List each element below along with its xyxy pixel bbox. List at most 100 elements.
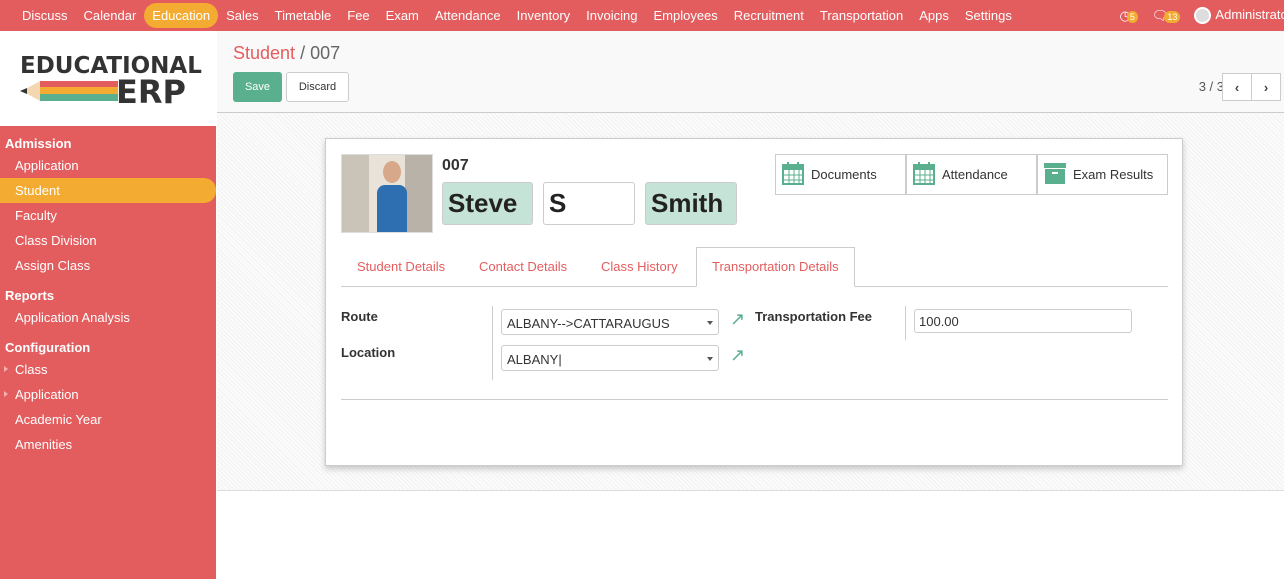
pager-previous-button[interactable]: ‹ [1222, 73, 1252, 101]
breadcrumb-separator: / [300, 43, 306, 63]
transportation-fee-input[interactable]: 100.00 [914, 309, 1132, 333]
caret-right-icon [4, 391, 8, 397]
location-select[interactable]: ALBANY| [501, 345, 719, 371]
menu-attendance[interactable]: Attendance [427, 3, 509, 28]
sidebar-item-label: Amenities [15, 437, 73, 452]
menu-recruitment[interactable]: Recruitment [726, 3, 812, 28]
sidebar: EDUCATIONAL ERP Admission Application Stud… [0, 31, 216, 579]
sidebar-item-label: Class Division [15, 233, 97, 248]
middle-name-field[interactable]: S [543, 182, 635, 225]
caret-down-icon [707, 357, 713, 361]
sidebar-item-application-analysis[interactable]: Application Analysis [0, 305, 216, 330]
save-button[interactable]: Save [233, 72, 282, 102]
control-panel: Student / 007 Save Discard 3 / 3 ‹ › [217, 31, 1284, 113]
svg-text:ERP: ERP [116, 73, 186, 111]
menu-employees[interactable]: Employees [645, 3, 725, 28]
logo: EDUCATIONAL ERP [0, 31, 216, 126]
last-name-field[interactable]: Smith [645, 182, 737, 225]
chevron-left-icon: ‹ [1234, 79, 1240, 95]
user-name: Administrator [1215, 6, 1284, 22]
smart-button-label: Attendance [942, 167, 1008, 182]
top-menu-bar: Discuss Calendar Education Sales Timetable Fe… [0, 0, 1284, 31]
messages-button[interactable]: 🗨13 [1152, 8, 1181, 24]
menu-transportation[interactable]: Transportation [812, 3, 911, 28]
smart-button-label: Exam Results [1073, 167, 1154, 182]
calendar-icon [782, 161, 804, 188]
sidebar-item-assign-class[interactable]: Assign Class [0, 253, 216, 278]
external-link-icon[interactable]: ↗ [730, 309, 745, 330]
user-menu[interactable]: Administrator [1194, 6, 1284, 25]
messages-badge: 13 [1164, 10, 1181, 23]
sidebar-item-label: Class [15, 362, 48, 377]
menu-education[interactable]: Education [144, 3, 219, 28]
archive-icon [1044, 161, 1066, 188]
transportation-fee-label: Transportation Fee [755, 309, 873, 324]
first-name-field[interactable]: Steve [442, 182, 533, 225]
sidebar-item-label: Application [15, 387, 79, 402]
sidebar-item-academic-year[interactable]: Academic Year [0, 407, 216, 432]
separator [341, 399, 1168, 400]
notebook-tabs: Student Details Contact Details Class Hist… [341, 247, 1168, 287]
route-select[interactable]: ALBANY-->CATTARAUGUS [501, 309, 719, 335]
menu-calendar[interactable]: Calendar [76, 3, 145, 28]
menu-timetable[interactable]: Timetable [267, 3, 340, 28]
activity-badge: 5 [1126, 10, 1138, 23]
sidebar-item-application[interactable]: Application [0, 153, 216, 178]
chevron-right-icon: › [1263, 79, 1269, 95]
sidebar-item-label: Application [15, 158, 79, 173]
sidebar-item-application[interactable]: Application [0, 382, 216, 407]
smart-button-attendance[interactable]: Attendance [906, 154, 1037, 195]
smart-button-documents[interactable]: Documents [775, 154, 906, 195]
location-label: Location [341, 345, 396, 360]
avatar [1194, 7, 1212, 25]
sidebar-section-title: Admission [5, 136, 72, 151]
student-photo[interactable] [341, 154, 433, 233]
smart-button-label: Documents [811, 167, 877, 182]
location-value: ALBANY [507, 352, 559, 367]
caret-right-icon [4, 366, 8, 372]
route-value: ALBANY-->CATTARAUGUS [507, 316, 670, 331]
menu-fee[interactable]: Fee [339, 3, 377, 28]
sidebar-item-amenities[interactable]: Amenities [0, 432, 216, 457]
sidebar-section-title: Reports [5, 288, 55, 303]
menu-settings[interactable]: Settings [957, 3, 1020, 28]
tab-transportation-details[interactable]: Transportation Details [696, 247, 855, 287]
menu-inventory[interactable]: Inventory [509, 3, 578, 28]
activity-button[interactable]: ◷5 [1120, 8, 1138, 24]
menu-discuss[interactable]: Discuss [14, 3, 76, 28]
student-code: 007 [442, 157, 469, 174]
menu-sales[interactable]: Sales [218, 3, 267, 28]
educational-erp-logo: EDUCATIONAL ERP [20, 53, 202, 111]
menu-exam[interactable]: Exam [378, 3, 427, 28]
tab-class-history[interactable]: Class History [601, 259, 678, 274]
divider [492, 306, 493, 380]
external-link-icon[interactable]: ↗ [730, 345, 745, 366]
sidebar-section-title: Configuration [5, 340, 91, 355]
tab-contact-details[interactable]: Contact Details [479, 259, 567, 274]
systray: ◷5 🗨13 Administrator [1120, 0, 1284, 31]
sidebar-item-label: Student [15, 183, 60, 198]
pager-next-button[interactable]: › [1251, 73, 1281, 101]
divider [905, 306, 906, 340]
pager-value: 3 / 3 [1198, 79, 1224, 94]
form-sheet: 007 Steve S Smith Documents Attendance Exa… [325, 138, 1183, 466]
menu-apps[interactable]: Apps [911, 3, 957, 28]
discard-button[interactable]: Discard [286, 72, 349, 102]
sidebar-item-label: Faculty [15, 208, 57, 223]
breadcrumb-student-link[interactable]: Student [233, 43, 295, 63]
sidebar-item-student[interactable]: Student [0, 178, 216, 203]
sidebar-item-label: Academic Year [15, 412, 102, 427]
caret-down-icon [707, 321, 713, 325]
breadcrumb: Student / 007 [233, 43, 340, 64]
sidebar-item-label: Application Analysis [15, 310, 130, 325]
menu-invoicing[interactable]: Invoicing [578, 3, 645, 28]
sidebar-item-class-division[interactable]: Class Division [0, 228, 216, 253]
breadcrumb-current: 007 [310, 43, 341, 63]
sidebar-item-faculty[interactable]: Faculty [0, 203, 216, 228]
tab-student-details[interactable]: Student Details [357, 259, 445, 274]
smart-button-exam-results[interactable]: Exam Results [1037, 154, 1168, 195]
sidebar-item-label: Assign Class [15, 258, 91, 273]
calendar-icon [913, 161, 935, 188]
route-label: Route [341, 309, 378, 324]
sidebar-item-class[interactable]: Class [0, 357, 216, 382]
